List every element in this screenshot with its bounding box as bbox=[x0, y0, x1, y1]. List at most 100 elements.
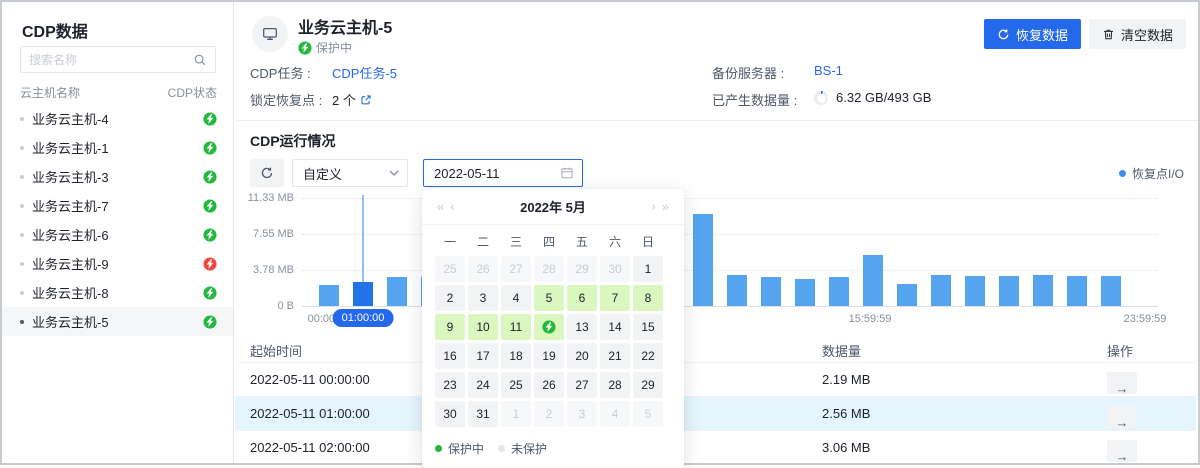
next-month-button[interactable]: › bbox=[648, 199, 658, 214]
chart-bar-16:00:00[interactable] bbox=[863, 255, 883, 306]
calendar-day[interactable]: 17 bbox=[468, 343, 498, 369]
calendar-day[interactable]: 2 bbox=[534, 401, 564, 427]
sidebar-item-业务云主机-3[interactable]: 业务云主机-3 bbox=[2, 162, 233, 191]
calendar-day[interactable]: 25 bbox=[501, 372, 531, 398]
calendar-day[interactable]: 28 bbox=[600, 372, 630, 398]
search-icon bbox=[193, 53, 207, 67]
section-title: CDP运行情况 bbox=[250, 131, 336, 151]
calendar-day[interactable]: 2 bbox=[435, 285, 465, 311]
chart-bar-14:00:00[interactable] bbox=[795, 279, 815, 306]
chart-bar-15:00:00[interactable] bbox=[829, 277, 849, 306]
chart-bar-19:00:00[interactable] bbox=[965, 276, 985, 306]
y-axis-tick: 7.55 MB bbox=[230, 228, 294, 240]
calendar-day[interactable]: 6 bbox=[567, 285, 597, 311]
refresh-icon bbox=[260, 166, 274, 180]
calendar-day[interactable]: 23 bbox=[435, 372, 465, 398]
chart-bar-11:00:00[interactable] bbox=[693, 214, 713, 306]
chart-bar-12:00:00[interactable] bbox=[727, 275, 747, 306]
chart-bar-18:00:00[interactable] bbox=[931, 275, 951, 306]
x-axis-selected-label[interactable]: 01:00:00 bbox=[333, 309, 394, 327]
calendar-day-today[interactable] bbox=[534, 314, 564, 340]
cell-data-size: 3.06 MB bbox=[822, 440, 870, 455]
calendar-day[interactable]: 11 bbox=[501, 314, 531, 340]
sidebar-item-业务云主机-4[interactable]: 业务云主机-4 bbox=[2, 104, 233, 133]
chart-bar-21:00:00[interactable] bbox=[1033, 275, 1053, 306]
table-row[interactable]: 2022-05-11 01:00:002.56 MB→ bbox=[235, 396, 1196, 430]
row-detail-button[interactable]: → bbox=[1107, 372, 1137, 394]
sidebar-item-业务云主机-5[interactable]: 业务云主机-5 bbox=[2, 307, 233, 336]
calendar-day[interactable]: 27 bbox=[567, 372, 597, 398]
calendar-day[interactable]: 18 bbox=[501, 343, 531, 369]
calendar-day[interactable]: 1 bbox=[633, 256, 663, 282]
calendar-day[interactable]: 22 bbox=[633, 343, 663, 369]
y-axis-tick: 0 B bbox=[230, 300, 294, 312]
calendar-day[interactable]: 7 bbox=[600, 285, 630, 311]
chart-bar-17:00:00[interactable] bbox=[897, 284, 917, 306]
table-row[interactable]: 2022-05-11 00:00:002.19 MB→ bbox=[235, 362, 1196, 396]
calendar-day[interactable]: 30 bbox=[435, 401, 465, 427]
chart-bar-02:00:00[interactable] bbox=[387, 277, 407, 306]
chart-bar-01:00:00[interactable] bbox=[353, 282, 373, 306]
row-detail-button[interactable]: → bbox=[1107, 440, 1137, 462]
calendar-day[interactable]: 19 bbox=[534, 343, 564, 369]
sidebar-item-业务云主机-6[interactable]: 业务云主机-6 bbox=[2, 220, 233, 249]
sidebar-item-业务云主机-9[interactable]: 业务云主机-9 bbox=[2, 249, 233, 278]
calendar-day[interactable]: 10 bbox=[468, 314, 498, 340]
calendar-day[interactable]: 4 bbox=[600, 401, 630, 427]
sidebar-item-业务云主机-1[interactable]: 业务云主机-1 bbox=[2, 133, 233, 162]
vm-name: 业务云主机-4 bbox=[32, 109, 203, 128]
prev-year-button[interactable]: « bbox=[434, 199, 447, 214]
calendar-day[interactable]: 5 bbox=[534, 285, 564, 311]
sidebar-item-业务云主机-7[interactable]: 业务云主机-7 bbox=[2, 191, 233, 220]
bullet-icon bbox=[20, 233, 24, 237]
usage-progress-ring bbox=[814, 91, 828, 105]
prev-month-button[interactable]: ‹ bbox=[447, 199, 457, 214]
calendar-day[interactable]: 29 bbox=[567, 256, 597, 282]
search-box[interactable] bbox=[20, 46, 216, 73]
restore-data-button[interactable]: 恢复数据 bbox=[984, 19, 1081, 49]
backup-server-link[interactable]: BS-1 bbox=[814, 63, 843, 78]
calendar-day[interactable]: 9 bbox=[435, 314, 465, 340]
calendar-day[interactable]: 14 bbox=[600, 314, 630, 340]
calendar-day[interactable]: 26 bbox=[534, 372, 564, 398]
calendar-day[interactable]: 1 bbox=[501, 401, 531, 427]
calendar-day[interactable]: 16 bbox=[435, 343, 465, 369]
calendar-day[interactable]: 8 bbox=[633, 285, 663, 311]
calendar-day[interactable]: 3 bbox=[567, 401, 597, 427]
calendar-day[interactable]: 4 bbox=[501, 285, 531, 311]
cdp-task-link[interactable]: CDP任务-5 bbox=[332, 63, 397, 82]
chart-bar-13:00:00[interactable] bbox=[761, 277, 781, 306]
chart-bar-20:00:00[interactable] bbox=[999, 276, 1019, 306]
chart-bar-23:00:00[interactable] bbox=[1101, 276, 1121, 306]
status-protected-icon bbox=[203, 199, 217, 213]
range-select[interactable]: 自定义 bbox=[292, 159, 408, 187]
calendar-day[interactable]: 20 bbox=[567, 343, 597, 369]
calendar-day[interactable]: 15 bbox=[633, 314, 663, 340]
calendar-day[interactable]: 28 bbox=[534, 256, 564, 282]
calendar-day[interactable]: 31 bbox=[468, 401, 498, 427]
table-row[interactable]: 2022-05-11 02:00:002022-05-11 02:59:593.… bbox=[235, 430, 1196, 464]
refresh-chart-button[interactable] bbox=[250, 159, 284, 187]
calendar-day[interactable]: 29 bbox=[633, 372, 663, 398]
date-input[interactable] bbox=[434, 166, 560, 181]
calendar-day[interactable]: 24 bbox=[468, 372, 498, 398]
calendar-day[interactable]: 27 bbox=[501, 256, 531, 282]
calendar-day[interactable]: 30 bbox=[600, 256, 630, 282]
arrow-right-icon: → bbox=[1116, 415, 1129, 430]
sidebar-title: CDP数据 bbox=[22, 18, 88, 42]
next-year-button[interactable]: » bbox=[659, 199, 672, 214]
calendar-day[interactable]: 25 bbox=[435, 256, 465, 282]
row-detail-button[interactable]: → bbox=[1107, 406, 1137, 428]
date-picker-input[interactable] bbox=[423, 159, 583, 187]
external-link-icon[interactable] bbox=[360, 94, 372, 109]
sidebar-item-业务云主机-8[interactable]: 业务云主机-8 bbox=[2, 278, 233, 307]
calendar-day[interactable]: 13 bbox=[567, 314, 597, 340]
clear-data-button[interactable]: 清空数据 bbox=[1089, 19, 1186, 49]
chart-bar-00:00:00[interactable] bbox=[319, 285, 339, 306]
calendar-day[interactable]: 26 bbox=[468, 256, 498, 282]
chart-bar-22:00:00[interactable] bbox=[1067, 276, 1087, 306]
search-input[interactable] bbox=[29, 53, 193, 67]
calendar-day[interactable]: 3 bbox=[468, 285, 498, 311]
calendar-day[interactable]: 21 bbox=[600, 343, 630, 369]
calendar-day[interactable]: 5 bbox=[633, 401, 663, 427]
